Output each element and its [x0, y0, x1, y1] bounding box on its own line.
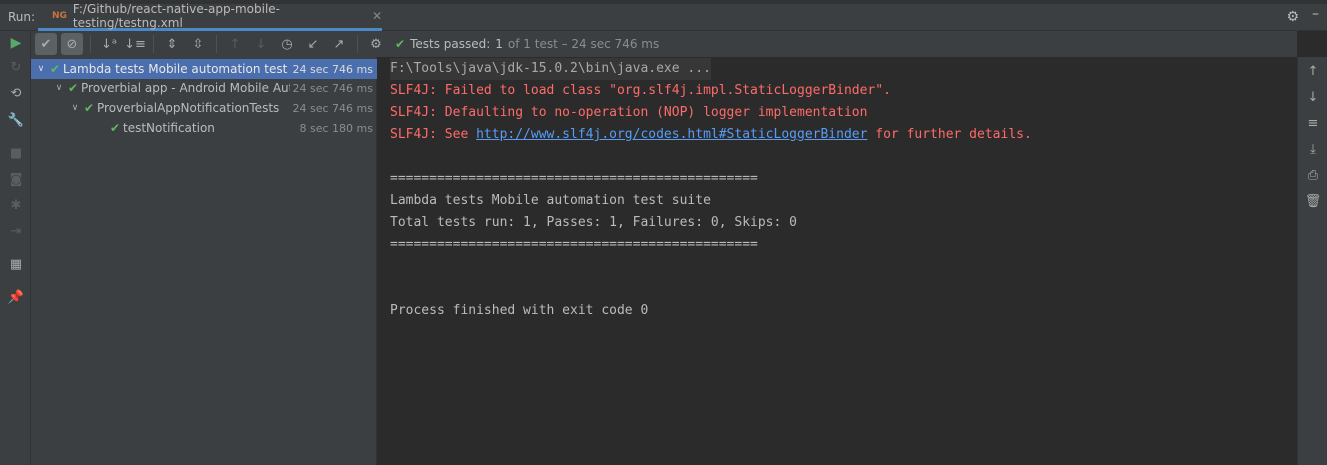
next-failed-icon[interactable]: ↓ [250, 33, 272, 55]
trash-icon[interactable]: 🗑 [1304, 194, 1322, 209]
check-icon: ✔ [395, 37, 406, 51]
tree-row-time: 24 sec 746 ms [289, 101, 373, 115]
history-icon[interactable]: ◷ [276, 33, 298, 55]
scroll-to-end-icon[interactable]: ⤓ [1304, 142, 1322, 157]
err-prefix: SLF4J: See [390, 127, 477, 142]
passed-check-icon: ✔ [67, 81, 79, 95]
run-label: Run: [8, 10, 36, 24]
wrench-icon[interactable]: 🔧 [7, 113, 25, 131]
tab-title: F:/Github/react-native-app-mobile-testin… [72, 2, 280, 30]
export-tests-icon[interactable]: ↗ [328, 33, 350, 55]
divider [90, 35, 91, 53]
tree-row-method[interactable]: ✔ testNotification 8 sec 180 ms [31, 118, 377, 138]
console-exit-message: Process finished with exit code 0 [390, 303, 649, 318]
status-passed: 1 [495, 37, 503, 51]
close-tab-icon[interactable]: ✕ [372, 9, 382, 23]
toggle-auto-test-icon[interactable]: ⟲ [7, 86, 25, 104]
pin-icon[interactable]: 📌 [7, 290, 25, 308]
divider [153, 35, 154, 53]
chevron-down-icon[interactable]: ∨ [53, 83, 65, 93]
passed-check-icon: ✔ [109, 121, 121, 135]
status-rest: of 1 test – 24 sec 746 ms [507, 37, 660, 51]
show-ignored-icon[interactable]: ⊘ [61, 33, 83, 55]
settings-icon[interactable]: ⚙ [365, 33, 387, 55]
tree-row-time: 24 sec 746 ms [289, 62, 373, 76]
layout-icon[interactable]: ▦ [7, 257, 25, 275]
console-separator: ========================================… [390, 237, 758, 252]
console-error-line: SLF4J: Failed to load class "org.slf4j.i… [390, 83, 891, 98]
tree-row-class[interactable]: ∨ ✔ ProverbialAppNotificationTests 24 se… [31, 98, 377, 118]
tree-row-test[interactable]: ∨ ✔ Proverbial app - Android Mobile Auto… [31, 78, 377, 98]
console-error-line: SLF4J: See http://www.slf4j.org/codes.ht… [390, 124, 1032, 146]
show-passed-icon[interactable]: ✔ [35, 33, 57, 55]
test-tree: ∨ ✔ Lambda tests Mobile automation test … [31, 57, 377, 465]
soft-wrap-icon[interactable]: ≡ [1304, 116, 1322, 131]
run-tab-bar: Run: NG F:/Github/react-native-app-mobil… [0, 2, 1327, 31]
console-summary: Total tests run: 1, Passes: 1, Failures:… [390, 215, 797, 230]
err-suffix: for further details. [867, 127, 1032, 142]
tab-testng-xml[interactable]: NG F:/Github/react-native-app-mobile-tes… [38, 2, 382, 31]
rerun-failed-icon[interactable]: ↻ [7, 60, 25, 78]
tree-row-time: 8 sec 180 ms [296, 121, 373, 135]
settings-gear-icon[interactable]: ⚙ [1286, 9, 1299, 25]
stop-icon[interactable]: ■ [7, 146, 25, 164]
left-action-bar: ▶ ↻ ⟲ 🔧 ■ ◙ ✱ ⇥ ▦ 📌 [0, 31, 31, 465]
hide-icon[interactable]: – [1312, 6, 1319, 22]
exit-icon[interactable]: ⇥ [7, 224, 25, 242]
console-side-toolbar: ↑ ↓ ≡ ⤓ ⎙ 🗑 [1297, 57, 1327, 465]
slf4j-link[interactable]: http://www.slf4j.org/codes.html#StaticLo… [476, 127, 867, 142]
scroll-up-icon[interactable]: ↑ [1304, 64, 1322, 79]
console-suite-name: Lambda tests Mobile automation test suit… [390, 193, 711, 208]
collapse-all-icon[interactable]: ⇳ [187, 33, 209, 55]
test-status: ✔ Tests passed: 1 of 1 test – 24 sec 746… [395, 37, 659, 51]
console-output[interactable]: F:\Tools\java\jdk-15.0.2\bin\java.exe ..… [378, 57, 1297, 465]
debug-icon[interactable]: ✱ [7, 198, 25, 216]
scroll-down-icon[interactable]: ↓ [1304, 90, 1322, 105]
passed-check-icon: ✔ [83, 101, 95, 115]
chevron-down-icon[interactable]: ∨ [35, 64, 47, 74]
sort-duration-icon[interactable]: ↓≡ [124, 33, 146, 55]
tree-row-suite[interactable]: ∨ ✔ Lambda tests Mobile automation test … [31, 59, 377, 79]
expand-all-icon[interactable]: ⇕ [161, 33, 183, 55]
console-command[interactable]: F:\Tools\java\jdk-15.0.2\bin\java.exe ..… [390, 58, 711, 80]
tree-row-time: 24 sec 746 ms [289, 81, 373, 95]
sort-alpha-icon[interactable]: ↓ᵃ [98, 33, 120, 55]
console-error-line: SLF4J: Defaulting to no-operation (NOP) … [390, 105, 868, 120]
print-icon[interactable]: ⎙ [1304, 168, 1322, 183]
console-separator: ========================================… [390, 171, 758, 186]
import-tests-icon[interactable]: ↙ [302, 33, 324, 55]
divider [216, 35, 217, 53]
passed-check-icon: ✔ [49, 62, 61, 76]
testng-icon: NG [52, 11, 67, 21]
divider [357, 35, 358, 53]
previous-failed-icon[interactable]: ↑ [224, 33, 246, 55]
chevron-down-icon[interactable]: ∨ [69, 103, 81, 113]
camera-icon[interactable]: ◙ [7, 172, 25, 190]
rerun-icon[interactable]: ▶ [7, 35, 25, 53]
test-toolbar: ✔ ⊘ ↓ᵃ ↓≡ ⇕ ⇳ ↑ ↓ ◷ ↙ ↗ ⚙ ✔ Tests passed… [31, 31, 1297, 57]
status-label: Tests passed: [410, 37, 491, 51]
